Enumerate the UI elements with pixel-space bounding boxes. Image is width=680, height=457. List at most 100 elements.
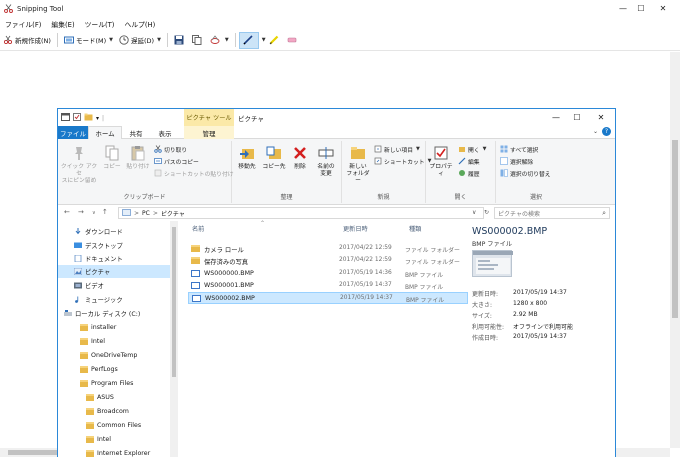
history-button[interactable]: 履歴	[458, 168, 480, 178]
chevron-down-icon[interactable]: ▼	[157, 37, 161, 43]
scroll-thumb[interactable]	[172, 227, 176, 377]
search-input[interactable]: ピクチャの検索 ⌕	[494, 207, 610, 219]
column-header-type[interactable]: 種類	[409, 221, 421, 235]
breadcrumb-pictures[interactable]: ピクチャ	[161, 209, 185, 218]
nav-item-downloads[interactable]: ダウンロード	[58, 225, 170, 238]
edit-button[interactable]: 編集	[458, 156, 480, 166]
paste-button[interactable]: 貼り付け	[124, 145, 152, 171]
nav-item-folder[interactable]: ASUS	[58, 391, 170, 404]
move-to-icon	[239, 145, 255, 161]
preview-file-name: WS000002.BMP	[472, 226, 548, 237]
highlighter-button[interactable]	[266, 32, 284, 49]
rename-icon	[318, 145, 334, 161]
menu-edit[interactable]: 編集(E)	[46, 19, 79, 29]
nav-item-pictures[interactable]: ピクチャ	[58, 265, 170, 278]
file-date: 2017/05/19 14:36	[339, 270, 392, 276]
select-all-button[interactable]: すべて選択	[500, 144, 538, 154]
dropdown-icon[interactable]: ∨	[472, 209, 476, 216]
forward-arrow-icon[interactable]: →	[78, 208, 84, 216]
column-header-name[interactable]: 名前	[192, 221, 204, 235]
paste-shortcut-icon	[154, 169, 162, 177]
paste-shortcut-button[interactable]: ショートカットの貼り付け	[154, 168, 234, 178]
help-icon[interactable]: ?	[602, 127, 611, 136]
scroll-thumb[interactable]	[672, 140, 678, 318]
copy-big-button[interactable]: コピー	[100, 145, 124, 171]
column-header-date[interactable]: 更新日時	[343, 221, 368, 235]
address-bar[interactable]: > PC > ピクチャ	[118, 207, 484, 219]
nav-item-folder[interactable]: Broadcom	[58, 405, 170, 418]
customize-caret-icon[interactable]: ▾	[96, 115, 99, 122]
pen-button[interactable]	[238, 31, 259, 49]
nav-pane-scrollbar[interactable]	[170, 221, 178, 457]
explorer-maximize-button[interactable]: ☐	[565, 109, 589, 126]
chevron-down-icon[interactable]: ▼	[483, 146, 487, 152]
back-arrow-icon[interactable]: ←	[64, 208, 70, 216]
nav-item-folder[interactable]: Internet Explorer	[58, 447, 170, 457]
menu-tools[interactable]: ツール(T)	[80, 19, 120, 29]
nav-item-folder[interactable]: Common Files	[58, 419, 170, 432]
copy-path-button[interactable]: パスのコピー	[154, 156, 199, 166]
tab-file[interactable]: ファイル	[58, 126, 88, 139]
tab-home[interactable]: ホーム	[88, 126, 122, 139]
chevron-down-icon[interactable]: ▼	[109, 37, 113, 43]
breadcrumb-pc[interactable]: PC	[142, 210, 150, 217]
nav-item-local-disk[interactable]: ローカル ディスク (C:)	[58, 307, 170, 320]
chevron-down-icon[interactable]: ▼	[416, 146, 420, 152]
explorer-title: ピクチャ	[238, 115, 264, 123]
file-row[interactable]: カメラ ロール 2017/04/22 12:59 ファイル フォルダー	[188, 243, 468, 255]
move-to-button[interactable]: 移動先	[234, 145, 260, 171]
file-date: 2017/04/22 12:59	[339, 245, 392, 251]
nav-item-folder[interactable]: installer	[58, 321, 170, 334]
refresh-icon[interactable]: ↻	[484, 209, 489, 216]
rename-button[interactable]: 名前の 変更	[312, 145, 340, 178]
pin-quick-access-button[interactable]: クイック アクセ スにピン留め	[60, 145, 98, 185]
menu-help[interactable]: ヘルプ(H)	[119, 19, 160, 29]
nav-item-desktop[interactable]: デスクトップ	[58, 239, 170, 252]
copy-button[interactable]	[189, 32, 207, 49]
select-all-icon	[500, 145, 508, 153]
tab-view[interactable]: 表示	[150, 126, 180, 139]
new-folder-icon[interactable]	[84, 113, 93, 123]
new-folder-button[interactable]: 新しい フォルダー	[344, 145, 372, 185]
nav-item-folder[interactable]: OneDriveTemp	[58, 349, 170, 362]
save-button[interactable]	[171, 32, 189, 49]
file-row-selected[interactable]: WS000002.BMP 2017/05/19 14:37 BMP ファイル	[188, 292, 468, 304]
window-menu-icon[interactable]	[61, 113, 70, 123]
menu-file[interactable]: ファイル(F)	[0, 19, 46, 29]
nav-item-folder[interactable]: Intel	[58, 433, 170, 446]
invert-selection-button[interactable]: 選択の切り替え	[500, 168, 551, 178]
close-button[interactable]: ✕	[646, 0, 680, 17]
chevron-down-icon[interactable]: ⌄	[593, 128, 598, 135]
eraser-button[interactable]	[284, 32, 302, 49]
nav-item-videos[interactable]: ビデオ	[58, 279, 170, 292]
new-item-button[interactable]: 新しい項目 ▼	[374, 144, 420, 154]
vertical-scrollbar[interactable]	[670, 52, 680, 448]
copy-to-button[interactable]: コピー先	[260, 145, 288, 171]
delete-button[interactable]: 削除	[289, 145, 311, 171]
delay-button[interactable]: 遅延(D) ▼	[116, 32, 164, 49]
tab-share[interactable]: 共有	[122, 126, 150, 139]
file-row[interactable]: WS000001.BMP 2017/05/19 14:37 BMP ファイル	[188, 280, 468, 292]
file-row[interactable]: 保存済みの写真 2017/04/22 12:59 ファイル フォルダー	[188, 255, 468, 267]
up-arrow-icon[interactable]: ↑	[102, 208, 108, 216]
nav-item-music[interactable]: ミュージック	[58, 293, 170, 306]
explorer-close-button[interactable]: ✕	[589, 109, 613, 126]
new-snip-button[interactable]: 新規作成(N)	[0, 32, 54, 49]
recent-locations-icon[interactable]: ∨	[92, 210, 96, 216]
divider: |	[102, 114, 105, 122]
properties-check-icon[interactable]	[73, 113, 81, 123]
tab-manage[interactable]: 管理	[184, 126, 234, 139]
nav-item-folder[interactable]: Intel	[58, 335, 170, 348]
easy-access-button[interactable]: ショートカット ▼	[374, 156, 431, 166]
properties-button[interactable]: プロパティ	[428, 145, 454, 178]
select-none-button[interactable]: 選択解除	[500, 156, 533, 166]
nav-item-folder[interactable]: Program Files	[58, 377, 170, 390]
file-row[interactable]: WS000000.BMP 2017/05/19 14:36 BMP ファイル	[188, 268, 468, 280]
chevron-down-icon[interactable]: ▼	[225, 37, 229, 43]
mode-button[interactable]: モード(M) ▼	[61, 32, 116, 49]
nav-item-folder[interactable]: PerfLogs	[58, 363, 170, 376]
nav-item-documents[interactable]: ドキュメント	[58, 252, 170, 265]
open-button[interactable]: 開く ▼	[458, 144, 486, 154]
cut-button[interactable]: 切り取り	[154, 144, 187, 154]
send-snip-button[interactable]: ▼	[207, 32, 232, 49]
